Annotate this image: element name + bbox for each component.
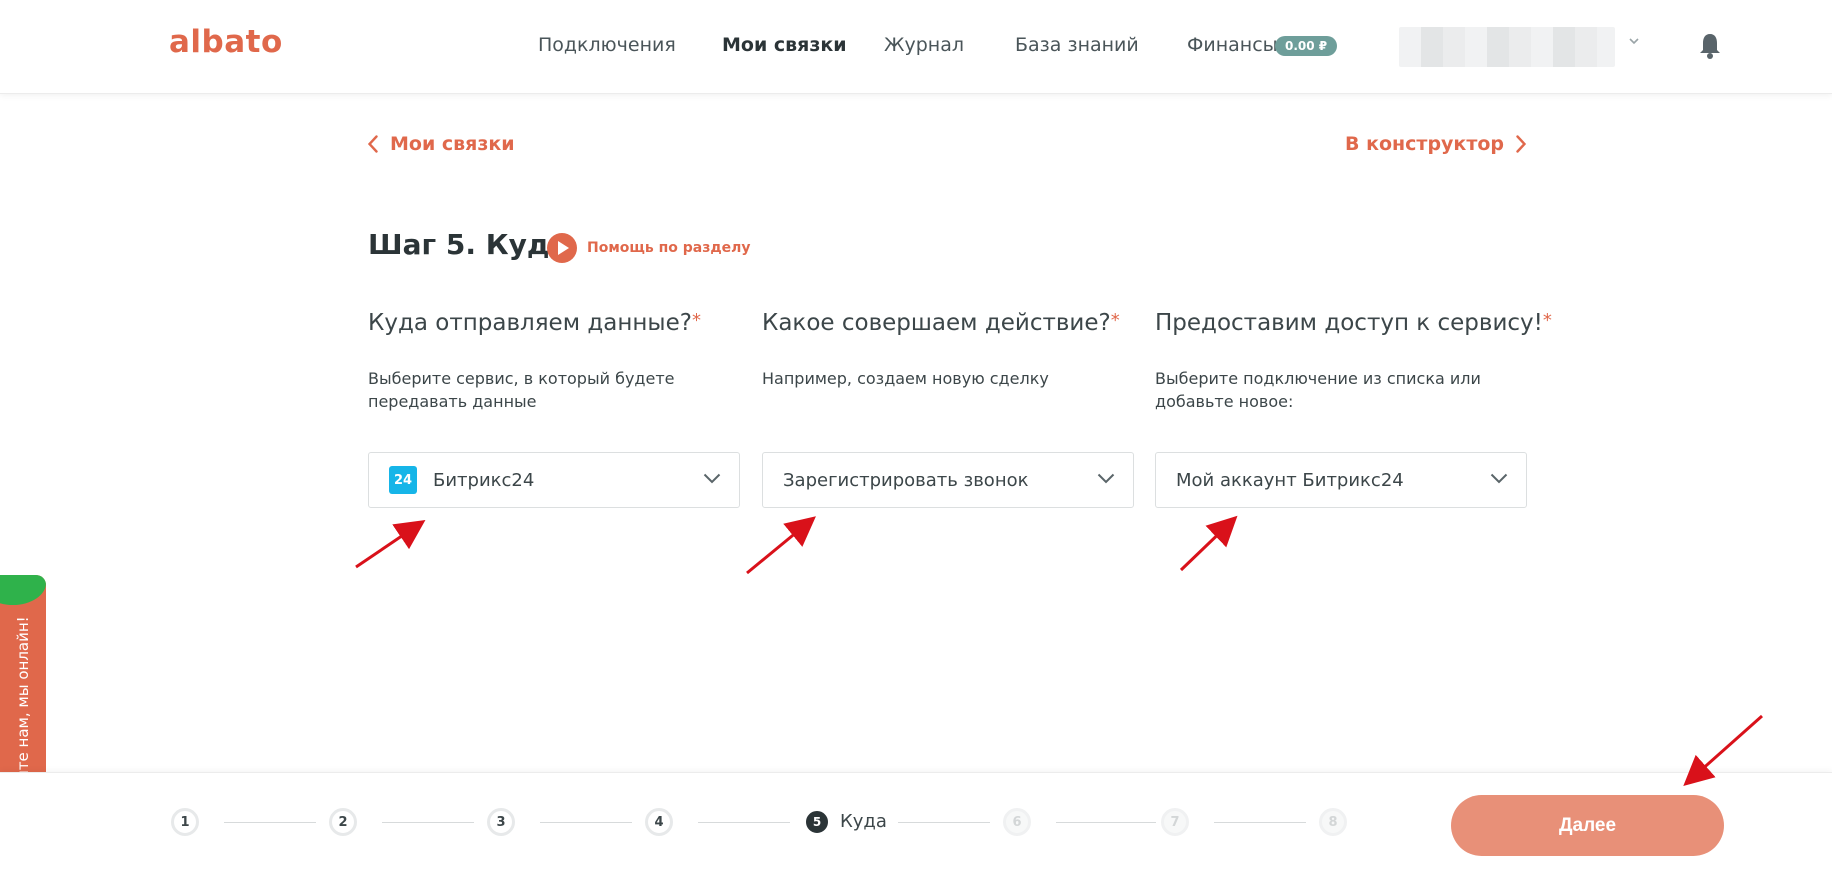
arrow-to-action-select (746, 516, 816, 575)
nav-item-connections[interactable]: Подключения (538, 34, 676, 56)
nav-item-finance[interactable]: Финансы (1187, 34, 1278, 56)
chevron-right-icon (1516, 135, 1526, 153)
current-step-label: Куда (840, 811, 887, 832)
step-4[interactable]: 4 (645, 808, 673, 836)
chevron-down-icon (1490, 473, 1508, 484)
play-icon (547, 233, 577, 263)
step-connector (540, 822, 632, 823)
step-connector (698, 822, 790, 823)
chevron-down-icon (703, 473, 721, 484)
step-1[interactable]: 1 (171, 808, 199, 836)
destination-hint: Выберите сервис, в который будете переда… (368, 369, 675, 411)
page-title: Шаг 5. Куда (368, 228, 569, 261)
step-8: 8 (1319, 808, 1347, 836)
action-select-value: Зарегистрировать звонок (783, 469, 1029, 491)
nav-item-journal[interactable]: Журнал (884, 34, 964, 56)
nav-item-knowledge-base[interactable]: База знаний (1015, 34, 1139, 56)
step-connector (1214, 822, 1306, 823)
chevron-left-icon (368, 135, 378, 153)
step-connector (224, 822, 316, 823)
connection-select-value: Мой аккаунт Битрикс24 (1176, 469, 1404, 491)
balance-badge[interactable]: 0.00 ₽ (1275, 36, 1338, 56)
action-column: Какое совершаем действие?* Например, соз… (762, 310, 1134, 508)
forward-link-label: В конструктор (1345, 133, 1504, 155)
access-column: Предоставим доступ к сервису!* Выберите … (1155, 310, 1552, 508)
bitrix24-icon: 24 (389, 466, 417, 494)
action-question: Какое совершаем действие?* (762, 310, 1134, 336)
to-constructor-link[interactable]: В конструктор (1345, 133, 1526, 155)
arrow-to-next-button (1683, 714, 1763, 786)
action-select[interactable]: Зарегистрировать звонок (762, 452, 1134, 508)
step-connector (1056, 822, 1156, 823)
destination-service-column: Куда отправляем данные?* Выберите сервис… (368, 310, 740, 508)
destination-question: Куда отправляем данные?* (368, 310, 740, 336)
online-status-indicator (0, 575, 46, 605)
access-question: Предоставим доступ к сервису!* (1155, 310, 1552, 336)
service-select-value: Битрикс24 (433, 469, 535, 491)
nav-item-my-bundles[interactable]: Мои связки (722, 34, 847, 56)
account-name-blurred[interactable] (1399, 27, 1615, 67)
back-link-label: Мои связки (390, 133, 515, 155)
chevron-down-icon (1097, 473, 1115, 484)
connection-select[interactable]: Мой аккаунт Битрикс24 (1155, 452, 1527, 508)
help-section-button[interactable]: Помощь по разделу (547, 233, 751, 263)
destination-question-text: Куда отправляем данные? (368, 310, 692, 336)
step-3[interactable]: 3 (487, 808, 515, 836)
account-chevron-icon[interactable] (1628, 35, 1640, 47)
step-7: 7 (1161, 808, 1189, 836)
service-select[interactable]: 24 Битрикс24 (368, 452, 740, 508)
action-question-text: Какое совершаем действие? (762, 310, 1111, 336)
step-connector (382, 822, 474, 823)
required-mark: * (1542, 310, 1552, 331)
step-6: 6 (1003, 808, 1031, 836)
required-mark: * (1110, 310, 1120, 331)
step-5-current[interactable]: 5 (806, 811, 828, 833)
step-connector (898, 822, 990, 823)
back-to-my-bundles-link[interactable]: Мои связки (368, 133, 515, 155)
help-label: Помощь по разделу (587, 240, 751, 256)
access-question-text: Предоставим доступ к сервису! (1155, 310, 1543, 336)
step-2[interactable]: 2 (329, 808, 357, 836)
stepper-footer: 1 2 3 4 5 Куда 6 7 8 Далее (0, 772, 1832, 869)
action-hint: Например, создаем новую сделку (762, 369, 1049, 388)
top-header: albato Подключения Мои связки Журнал Баз… (0, 0, 1832, 94)
arrow-to-connection-select (1179, 515, 1238, 572)
bell-icon[interactable] (1698, 32, 1722, 60)
arrow-to-service-select (355, 519, 426, 569)
next-button[interactable]: Далее (1451, 795, 1724, 856)
access-hint: Выберите подключение из списка или добав… (1155, 369, 1481, 411)
required-mark: * (691, 310, 701, 331)
